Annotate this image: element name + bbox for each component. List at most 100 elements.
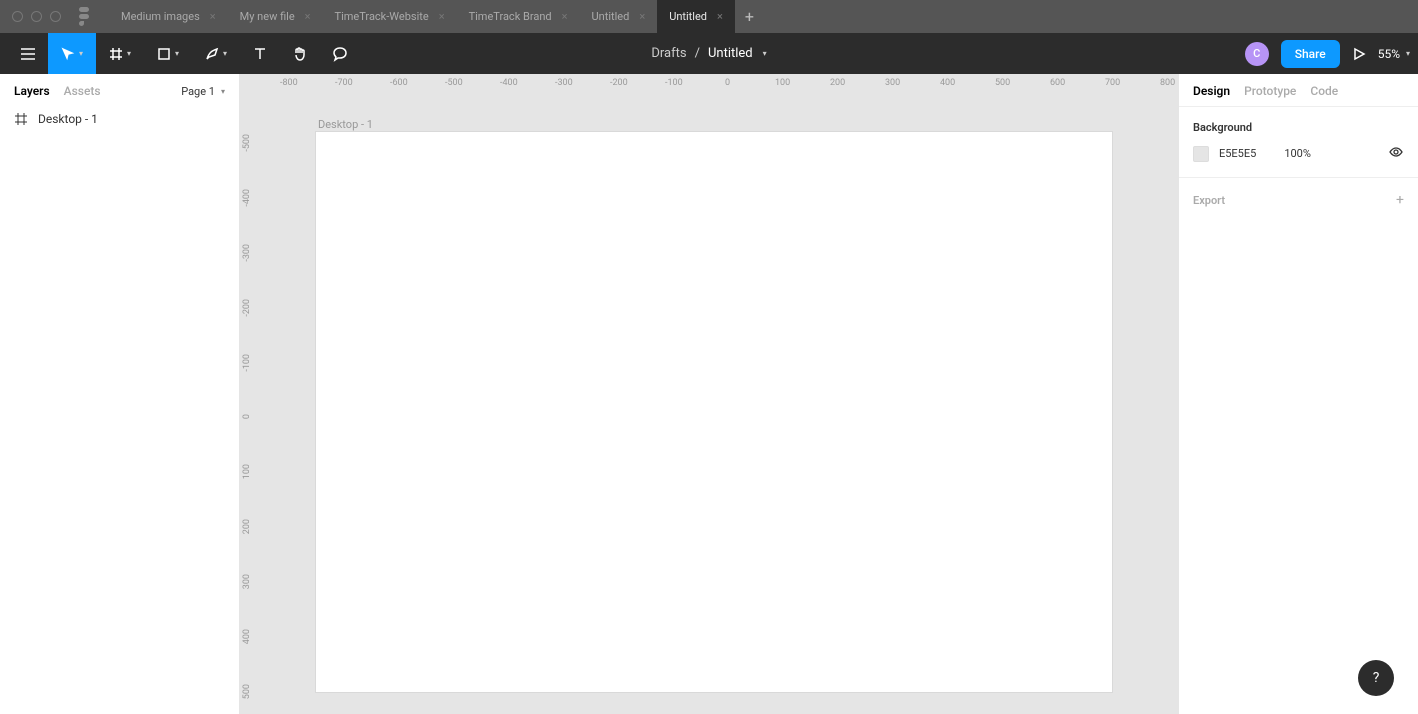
ruler-tick: 400 bbox=[940, 78, 955, 88]
ruler-tick: 500 bbox=[995, 78, 1010, 88]
ruler-tick: -400 bbox=[242, 189, 252, 207]
ruler-tick: 100 bbox=[242, 464, 252, 479]
minimize-window-button[interactable] bbox=[31, 11, 42, 22]
cursor-icon bbox=[61, 47, 75, 61]
pen-tool[interactable]: ▾ bbox=[192, 33, 240, 74]
hand-icon bbox=[291, 45, 309, 63]
breadcrumb-current[interactable]: Untitled bbox=[708, 46, 753, 61]
comment-tool[interactable] bbox=[320, 33, 360, 74]
canvas[interactable]: -800 -700 -600 -500 -400 -300 -200 -100 … bbox=[240, 74, 1178, 714]
tab-design[interactable]: Design bbox=[1193, 84, 1230, 98]
figma-logo-icon[interactable] bbox=[77, 7, 91, 27]
ruler-tick: -300 bbox=[555, 78, 573, 88]
ruler-tick: -200 bbox=[610, 78, 628, 88]
close-tab-icon[interactable]: × bbox=[210, 10, 216, 23]
tab-layers[interactable]: Layers bbox=[14, 84, 50, 98]
close-tab-icon[interactable]: × bbox=[439, 10, 445, 23]
close-tab-icon[interactable]: × bbox=[717, 10, 723, 23]
tab-prototype[interactable]: Prototype bbox=[1244, 84, 1296, 98]
toolbar-right: C Share 55% ▾ bbox=[1245, 40, 1410, 68]
file-tabs: Medium images× My new file × TimeTrack-We… bbox=[109, 0, 764, 33]
frame-label[interactable]: Desktop - 1 bbox=[318, 118, 373, 131]
chevron-down-icon: ▾ bbox=[1406, 49, 1410, 58]
tab-code[interactable]: Code bbox=[1310, 84, 1338, 98]
comment-icon bbox=[331, 45, 349, 63]
file-tab-label: My new file bbox=[240, 10, 295, 23]
tool-group: ▾ ▾ ▾ ▾ bbox=[8, 33, 360, 74]
ruler-tick: -200 bbox=[242, 299, 252, 317]
shape-tool[interactable]: ▾ bbox=[144, 33, 192, 74]
close-tab-icon[interactable]: × bbox=[305, 10, 311, 23]
ruler-tick: 300 bbox=[885, 78, 900, 88]
menu-button[interactable] bbox=[8, 33, 48, 74]
move-tool[interactable]: ▾ bbox=[48, 33, 96, 74]
file-tab[interactable]: My new file × bbox=[228, 0, 323, 33]
ruler-tick: -400 bbox=[500, 78, 518, 88]
text-tool[interactable] bbox=[240, 33, 280, 74]
ruler-tick: -300 bbox=[242, 244, 252, 262]
chevron-down-icon[interactable]: ▾ bbox=[763, 49, 767, 58]
help-button[interactable]: ? bbox=[1358, 660, 1394, 696]
file-tab-active[interactable]: Untitled × bbox=[657, 0, 735, 33]
right-panel: Design Prototype Code Background E5E5E5 … bbox=[1178, 74, 1418, 714]
file-tab[interactable]: Untitled × bbox=[580, 0, 658, 33]
titlebar: Medium images× My new file × TimeTrack-We… bbox=[0, 0, 1418, 33]
page-label: Page 1 bbox=[181, 85, 215, 98]
present-icon[interactable] bbox=[1352, 47, 1366, 61]
close-tab-icon[interactable]: × bbox=[639, 10, 645, 23]
file-tab[interactable]: TimeTrack Brand× bbox=[457, 0, 580, 33]
ruler-tick: 800 bbox=[1160, 78, 1175, 88]
chevron-down-icon: ▾ bbox=[223, 49, 227, 58]
ruler-tick: 500 bbox=[242, 684, 252, 699]
close-window-button[interactable] bbox=[12, 11, 23, 22]
color-swatch[interactable] bbox=[1193, 146, 1209, 162]
background-title: Background bbox=[1193, 121, 1404, 134]
layer-item[interactable]: Desktop - 1 bbox=[0, 106, 239, 132]
background-section: Background E5E5E5 100% bbox=[1179, 107, 1418, 178]
ruler-tick: -600 bbox=[390, 78, 408, 88]
file-tab[interactable]: TimeTrack-Website× bbox=[323, 0, 457, 33]
background-color-value[interactable]: E5E5E5 bbox=[1219, 147, 1256, 160]
hand-tool[interactable] bbox=[280, 33, 320, 74]
maximize-window-button[interactable] bbox=[50, 11, 61, 22]
ruler-vertical: -500 -400 -300 -200 -100 0 100 200 300 4… bbox=[240, 94, 260, 714]
avatar[interactable]: C bbox=[1245, 42, 1269, 66]
add-export-button[interactable]: + bbox=[1396, 192, 1404, 208]
breadcrumb-parent[interactable]: Drafts bbox=[651, 46, 686, 61]
layer-name: Desktop - 1 bbox=[38, 112, 98, 126]
ruler-tick: 600 bbox=[1050, 78, 1065, 88]
close-tab-icon[interactable]: × bbox=[562, 10, 568, 23]
background-opacity-value[interactable]: 100% bbox=[1284, 147, 1311, 160]
breadcrumb-separator: / bbox=[695, 46, 700, 61]
zoom-control[interactable]: 55% ▾ bbox=[1378, 47, 1410, 61]
frame-tool[interactable]: ▾ bbox=[96, 33, 144, 74]
visibility-toggle-icon[interactable] bbox=[1388, 144, 1404, 163]
ruler-horizontal: -800 -700 -600 -500 -400 -300 -200 -100 … bbox=[260, 74, 1178, 94]
text-icon bbox=[251, 45, 269, 63]
file-tab-label: Untitled bbox=[669, 10, 707, 23]
ruler-tick: 400 bbox=[242, 629, 252, 644]
file-tab-label: Untitled bbox=[592, 10, 630, 23]
page-selector[interactable]: Page 1 ▾ bbox=[181, 85, 225, 98]
export-title: Export bbox=[1193, 194, 1225, 207]
right-panel-tabs: Design Prototype Code bbox=[1179, 74, 1418, 107]
ruler-tick: 300 bbox=[242, 574, 252, 589]
chevron-down-icon: ▾ bbox=[175, 49, 179, 58]
ruler-tick: 700 bbox=[1105, 78, 1120, 88]
zoom-value: 55% bbox=[1378, 47, 1400, 61]
export-section: Export + bbox=[1179, 178, 1418, 222]
tab-assets[interactable]: Assets bbox=[64, 84, 101, 98]
ruler-tick: 200 bbox=[830, 78, 845, 88]
left-panel: Layers Assets Page 1 ▾ Desktop - 1 bbox=[0, 74, 240, 714]
file-tab[interactable]: Medium images× bbox=[109, 0, 228, 33]
chevron-down-icon: ▾ bbox=[79, 49, 83, 58]
frame-icon bbox=[14, 112, 28, 126]
breadcrumb: Drafts / Untitled ▾ bbox=[651, 46, 766, 61]
share-button[interactable]: Share bbox=[1281, 40, 1340, 68]
artboard[interactable] bbox=[316, 132, 1112, 692]
chevron-down-icon: ▾ bbox=[221, 87, 225, 96]
background-row: E5E5E5 100% bbox=[1193, 144, 1404, 163]
ruler-tick: 0 bbox=[242, 414, 252, 419]
new-tab-button[interactable]: + bbox=[735, 7, 764, 26]
ruler-tick: 200 bbox=[242, 519, 252, 534]
